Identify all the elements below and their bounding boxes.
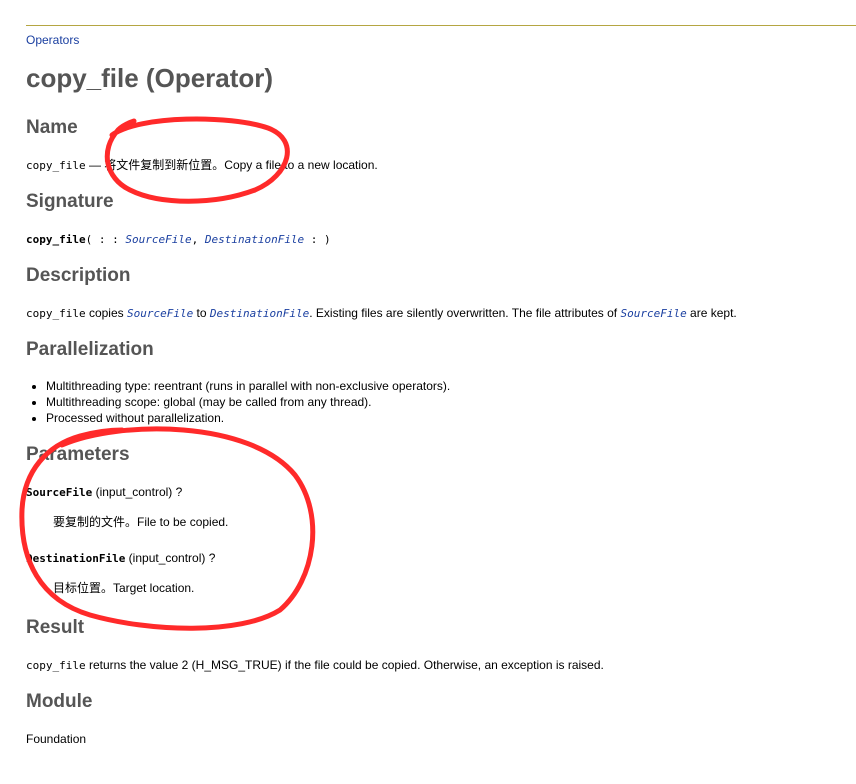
list-item: Processed without parallelization. xyxy=(46,410,450,426)
section-heading-signature: Signature xyxy=(26,191,114,212)
section-heading-parameters: Parameters xyxy=(26,444,130,465)
description-op: copy_file xyxy=(26,307,86,320)
module-value: Foundation xyxy=(26,732,87,746)
signature-line: copy_file( : : SourceFile, DestinationFi… xyxy=(26,231,331,248)
section-heading-parallelization: Parallelization xyxy=(26,339,154,360)
op-name: copy_file xyxy=(26,159,86,172)
result-line: copy_file returns the value 2 (H_MSG_TRU… xyxy=(26,657,604,674)
result-text: returns the value 2 (H_MSG_TRUE) if the … xyxy=(85,658,604,672)
parameter-type: (input_control) xyxy=(92,485,176,499)
breadcrumb-operators-link[interactable]: Operators xyxy=(26,33,79,47)
description-text-3: . Existing files are silently overwritte… xyxy=(309,306,621,320)
name-english: Copy a file to a new location. xyxy=(224,158,378,172)
parameter-help-link[interactable]: ? xyxy=(209,551,216,565)
page-title: copy_file (Operator) xyxy=(26,63,274,93)
parameter-sourcefile-header: SourceFile (input_control) ? xyxy=(26,484,182,501)
parameter-name-sourcefile: SourceFile xyxy=(26,486,93,499)
signature-close: : ) xyxy=(304,233,331,246)
name-line: copy_file — 将文件复制到新位置。Copy a file to a n… xyxy=(26,157,378,174)
signature-comma: , xyxy=(191,233,205,246)
section-heading-result: Result xyxy=(26,617,85,638)
description-text-4: are kept. xyxy=(686,306,737,320)
list-item: Multithreading type: reentrant (runs in … xyxy=(46,378,450,394)
parameter-name-destinationfile: DestinationFile xyxy=(26,552,126,565)
description-text-2: to xyxy=(193,306,210,320)
list-item: Multithreading scope: global (may be cal… xyxy=(46,394,450,410)
description-sourcefile-link-2[interactable]: SourceFile xyxy=(620,307,686,320)
parameter-help-link[interactable]: ? xyxy=(176,485,183,499)
parameter-destinationfile-header: DestinationFile (input_control) ? xyxy=(26,550,215,567)
top-rule xyxy=(26,25,856,26)
parallelization-list: Multithreading type: reentrant (runs in … xyxy=(26,378,450,426)
section-heading-module: Module xyxy=(26,691,93,712)
parameter-type: (input_control) xyxy=(125,551,209,565)
signature-param-destinationfile-link[interactable]: DestinationFile xyxy=(205,233,304,246)
section-heading-description: Description xyxy=(26,265,131,286)
parameter-destinationfile-desc: 目标位置。Target location. xyxy=(53,581,195,595)
description-destinationfile-link[interactable]: DestinationFile xyxy=(210,307,309,320)
parameter-sourcefile-desc: 要复制的文件。File to be copied. xyxy=(53,515,229,529)
description-sourcefile-link[interactable]: SourceFile xyxy=(127,307,193,320)
section-heading-name: Name xyxy=(26,117,78,138)
signature-open: ( : : xyxy=(85,233,126,246)
description-text-1: copies xyxy=(85,306,127,320)
description-line: copy_file copies SourceFile to Destinati… xyxy=(26,305,737,322)
signature-op: copy_file xyxy=(26,233,86,246)
name-chinese: 将文件复制到新位置。 xyxy=(104,158,225,172)
name-dash: — xyxy=(85,158,105,172)
result-op: copy_file xyxy=(26,659,86,672)
signature-param-sourcefile-link[interactable]: SourceFile xyxy=(125,233,191,246)
